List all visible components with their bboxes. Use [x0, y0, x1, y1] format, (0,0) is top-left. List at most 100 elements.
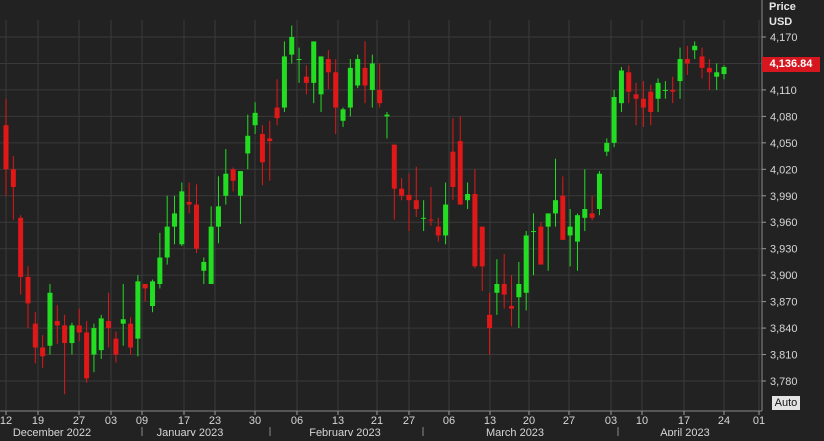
candle-body — [369, 63, 375, 90]
candle-body — [128, 323, 134, 348]
x-tick-label: 20 — [523, 415, 535, 427]
candle-body — [443, 204, 449, 236]
candle-body — [670, 89, 676, 92]
candle-body — [259, 134, 265, 163]
candle-body — [604, 142, 610, 152]
x-tick-label: 06 — [443, 415, 455, 427]
candle — [516, 261, 522, 329]
candle — [215, 176, 221, 244]
candle — [179, 182, 185, 247]
candle — [413, 166, 419, 217]
candle — [589, 195, 595, 221]
candle-body — [120, 319, 126, 324]
candle — [84, 321, 90, 383]
candle-body — [201, 261, 207, 271]
candle — [494, 259, 500, 315]
candle-body — [479, 226, 485, 267]
candle — [259, 125, 265, 186]
candle — [47, 283, 53, 355]
candle — [289, 25, 295, 64]
month-label: April 2023 — [660, 427, 710, 436]
candle — [435, 217, 441, 242]
candle — [128, 317, 134, 355]
candle-body — [25, 276, 31, 304]
candle-body — [391, 144, 397, 189]
month-label: March 2023 — [486, 427, 544, 436]
candle-body — [113, 338, 119, 355]
candle-body — [574, 215, 580, 242]
candle-body — [267, 138, 273, 142]
x-tick-label: 24 — [718, 415, 730, 427]
candle — [472, 169, 478, 269]
candle — [421, 200, 427, 232]
y-tick-label: 3,930 — [770, 244, 798, 256]
candle-body — [399, 188, 405, 196]
candle-body — [296, 59, 302, 61]
candle — [230, 167, 236, 192]
auto-scale-button[interactable]: Auto — [772, 396, 800, 410]
candle-body — [406, 194, 412, 201]
candle-body — [596, 173, 602, 209]
candle-body — [509, 306, 515, 309]
candle-body — [472, 194, 478, 267]
candle-body — [289, 37, 295, 55]
candle-body — [76, 325, 82, 333]
candle-body — [47, 292, 53, 346]
x-tick-label: 30 — [249, 415, 261, 427]
candle — [245, 114, 251, 170]
candle — [267, 120, 273, 181]
last-price-tag: 4,136.84 — [762, 57, 820, 72]
y-tick-label: 3,960 — [770, 217, 798, 229]
candle — [391, 144, 397, 220]
candle-body — [193, 204, 199, 249]
candle — [91, 323, 97, 373]
candle — [662, 81, 668, 99]
candle — [611, 89, 617, 148]
candle-body — [333, 72, 339, 108]
candle — [362, 41, 368, 104]
candle — [523, 231, 529, 311]
candle — [721, 65, 727, 80]
x-tick-label: 06 — [291, 415, 303, 427]
candle-body — [677, 59, 683, 82]
candle-body — [640, 98, 646, 108]
candle-body — [692, 45, 698, 51]
candle-body — [186, 201, 192, 205]
candle-body — [435, 226, 441, 236]
candle-body — [523, 235, 529, 293]
candle-body — [62, 325, 68, 344]
candle-body — [303, 76, 309, 83]
candle — [567, 209, 573, 267]
candle — [465, 182, 471, 209]
candle-body — [487, 314, 493, 329]
candle — [18, 215, 24, 295]
x-tick-label: 13 — [332, 415, 344, 427]
y-tick-label: 3,870 — [770, 297, 798, 309]
candle-body — [347, 67, 353, 108]
candle — [450, 118, 456, 201]
candle-body — [135, 281, 141, 339]
y-tick-label: 3,810 — [770, 350, 798, 362]
candle-body — [465, 194, 471, 201]
candle-body — [655, 82, 661, 99]
candle-body — [98, 318, 104, 351]
candle — [355, 54, 361, 89]
candle — [3, 98, 9, 196]
candle — [106, 292, 112, 348]
candle-body — [208, 226, 214, 284]
candle-body — [450, 151, 456, 187]
y-tick-label: 3,900 — [770, 270, 798, 282]
y-tick-label: 3,840 — [770, 323, 798, 335]
candle — [340, 107, 346, 127]
candle-body — [318, 56, 324, 95]
candles — [3, 25, 727, 395]
candle-body — [428, 219, 434, 221]
candle-body — [589, 213, 595, 218]
candle — [545, 213, 551, 271]
candle-body — [172, 213, 178, 227]
candle-body — [611, 96, 617, 143]
candle-body — [421, 217, 427, 219]
candle — [538, 222, 544, 265]
candle-body — [3, 125, 9, 170]
candle — [193, 184, 199, 254]
